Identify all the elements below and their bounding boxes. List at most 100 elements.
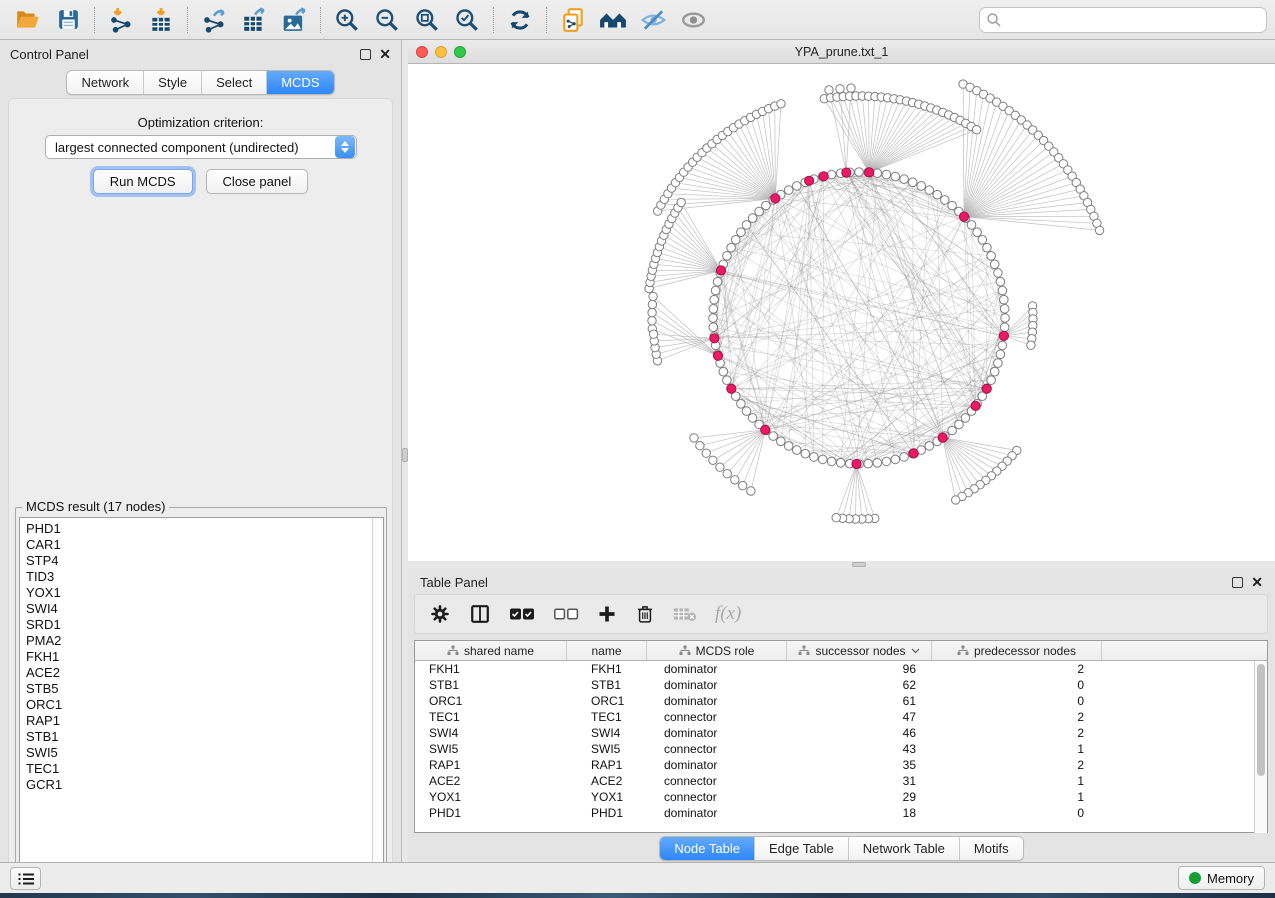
tab-network-table[interactable]: Network Table xyxy=(848,837,959,860)
tab-edge-table[interactable]: Edge Table xyxy=(754,837,848,860)
tab-motifs[interactable]: Motifs xyxy=(959,837,1023,860)
tab-network[interactable]: Network xyxy=(67,71,143,94)
tab-mcds[interactable]: MCDS xyxy=(266,71,333,94)
fit-content-button[interactable] xyxy=(407,3,447,37)
table-row[interactable]: PHD1PHD1dominator180 xyxy=(415,805,1267,821)
maximize-window-icon[interactable] xyxy=(454,46,466,58)
column-header-predecessor-nodes[interactable]: predecessor nodes xyxy=(932,641,1102,660)
table-row[interactable]: SWI4SWI4dominator462 xyxy=(415,725,1267,741)
table-row[interactable]: RAP1RAP1dominator352 xyxy=(415,757,1267,773)
close-panel-button[interactable]: Close panel xyxy=(206,169,309,194)
mcds-result-item[interactable]: GCR1 xyxy=(20,777,383,793)
column-header-successor-nodes[interactable]: successor nodes xyxy=(787,641,932,660)
float-panel-icon[interactable] xyxy=(1232,577,1243,588)
show-columns-button[interactable] xyxy=(469,603,491,625)
control-panel-tabs: NetworkStyleSelectMCDS xyxy=(66,70,334,95)
import-table-icon xyxy=(148,7,174,33)
hide-selection-button[interactable] xyxy=(633,3,673,37)
mcds-result-item[interactable]: TEC1 xyxy=(20,761,383,777)
table-row[interactable]: FKH1FKH1dominator962 xyxy=(415,661,1267,677)
table-toolbar: f(x) xyxy=(414,594,1268,634)
table-row[interactable]: SWI5SWI5connector431 xyxy=(415,741,1267,757)
cell-successor_nodes: 18 xyxy=(787,805,932,821)
copy-network-button[interactable] xyxy=(553,3,593,37)
criterion-dropdown[interactable]: largest connected component (undirected) xyxy=(45,135,357,159)
zoom-selected-icon xyxy=(454,7,480,33)
mcds-result-item[interactable]: SRD1 xyxy=(20,617,383,633)
mcds-result-item[interactable]: YOX1 xyxy=(20,585,383,601)
mcds-result-item[interactable]: PMA2 xyxy=(20,633,383,649)
refresh-view-button[interactable] xyxy=(500,3,540,37)
tab-select[interactable]: Select xyxy=(201,71,266,94)
horizontal-splitter[interactable] xyxy=(408,561,1275,568)
cell-name: FKH1 xyxy=(567,661,647,677)
table-row[interactable]: TEC1TEC1connector472 xyxy=(415,709,1267,725)
tab-node-table[interactable]: Node Table xyxy=(660,837,754,860)
column-header-MCDS-role[interactable]: MCDS role xyxy=(647,641,787,660)
network-canvas[interactable] xyxy=(408,64,1275,561)
cell-shared_name: STB1 xyxy=(415,677,567,693)
zoom-in-button[interactable] xyxy=(327,3,367,37)
save-session-button[interactable] xyxy=(48,3,88,37)
mcds-result-item[interactable]: RAP1 xyxy=(20,713,383,729)
delete-column-button[interactable] xyxy=(635,604,655,624)
add-column-button[interactable] xyxy=(597,604,617,624)
table-row[interactable]: STB1STB1dominator620 xyxy=(415,677,1267,693)
close-panel-icon[interactable]: ✕ xyxy=(1251,577,1263,588)
export-image-button[interactable] xyxy=(274,3,314,37)
mcds-result-item[interactable]: PHD1 xyxy=(20,518,383,537)
table-row[interactable]: ORC1ORC1dominator610 xyxy=(415,693,1267,709)
close-panel-icon[interactable]: ✕ xyxy=(379,49,391,60)
float-panel-icon[interactable] xyxy=(360,49,371,60)
table-panel-title: Table Panel xyxy=(420,575,488,590)
mcds-result-item[interactable]: STP4 xyxy=(20,553,383,569)
mcds-result-item[interactable]: FKH1 xyxy=(20,649,383,665)
cell-predecessor_nodes: 2 xyxy=(932,757,1102,773)
tab-style[interactable]: Style xyxy=(143,71,201,94)
column-type-icon xyxy=(957,645,969,656)
list-scrollbar[interactable] xyxy=(372,518,383,874)
network-graph[interactable] xyxy=(408,64,1275,561)
mcds-result-item[interactable]: SWI4 xyxy=(20,601,383,617)
open-file-button[interactable] xyxy=(8,3,48,37)
network-titlebar[interactable]: YPA_prune.txt_1 xyxy=(408,40,1275,64)
column-header-name[interactable]: name xyxy=(567,641,647,660)
main-toolbar xyxy=(0,0,1275,40)
minimize-window-icon[interactable] xyxy=(435,46,447,58)
mcds-result-item[interactable]: ACE2 xyxy=(20,665,383,681)
cell-predecessor_nodes: 0 xyxy=(932,693,1102,709)
mcds-result-item[interactable]: CAR1 xyxy=(20,537,383,553)
scrollbar-thumb[interactable] xyxy=(1257,664,1265,776)
splitter-grip[interactable] xyxy=(852,562,866,567)
table-row[interactable]: ACE2ACE2connector311 xyxy=(415,773,1267,789)
column-settings-button[interactable] xyxy=(429,603,451,625)
export-network-button[interactable] xyxy=(194,3,234,37)
zoom-selected-button[interactable] xyxy=(447,3,487,37)
mcds-result-list[interactable]: PHD1CAR1STP4TID3YOX1SWI4SRD1PMA2FKH1ACE2… xyxy=(19,517,384,875)
mcds-result-item[interactable]: STB1 xyxy=(20,729,383,745)
export-table-icon xyxy=(241,7,267,33)
delete-table-button[interactable] xyxy=(673,605,697,623)
run-mcds-button[interactable]: Run MCDS xyxy=(93,169,193,194)
select-all-button[interactable] xyxy=(509,606,535,622)
import-network-button[interactable] xyxy=(101,3,141,37)
column-header-shared-name[interactable]: shared name xyxy=(415,641,567,660)
task-history-button[interactable] xyxy=(10,867,41,890)
deselect-all-button[interactable] xyxy=(553,606,579,622)
memory-button[interactable]: Memory xyxy=(1178,866,1265,890)
mcds-result-item[interactable]: ORC1 xyxy=(20,697,383,713)
mcds-result-item[interactable]: TID3 xyxy=(20,569,383,585)
import-table-button[interactable] xyxy=(141,3,181,37)
mcds-result-item[interactable]: SWI5 xyxy=(20,745,383,761)
mcds-result-item[interactable]: STB5 xyxy=(20,681,383,697)
houses-button[interactable] xyxy=(593,3,633,37)
show-all-button[interactable] xyxy=(673,3,713,37)
table-row[interactable]: YOX1YOX1connector291 xyxy=(415,789,1267,805)
column-header-filler xyxy=(1102,641,1267,660)
table-scrollbar[interactable] xyxy=(1254,661,1267,833)
search-input[interactable] xyxy=(979,7,1267,33)
zoom-out-button[interactable] xyxy=(367,3,407,37)
export-table-button[interactable] xyxy=(234,3,274,37)
close-window-icon[interactable] xyxy=(416,46,428,58)
function-builder-button[interactable]: f(x) xyxy=(715,603,741,625)
